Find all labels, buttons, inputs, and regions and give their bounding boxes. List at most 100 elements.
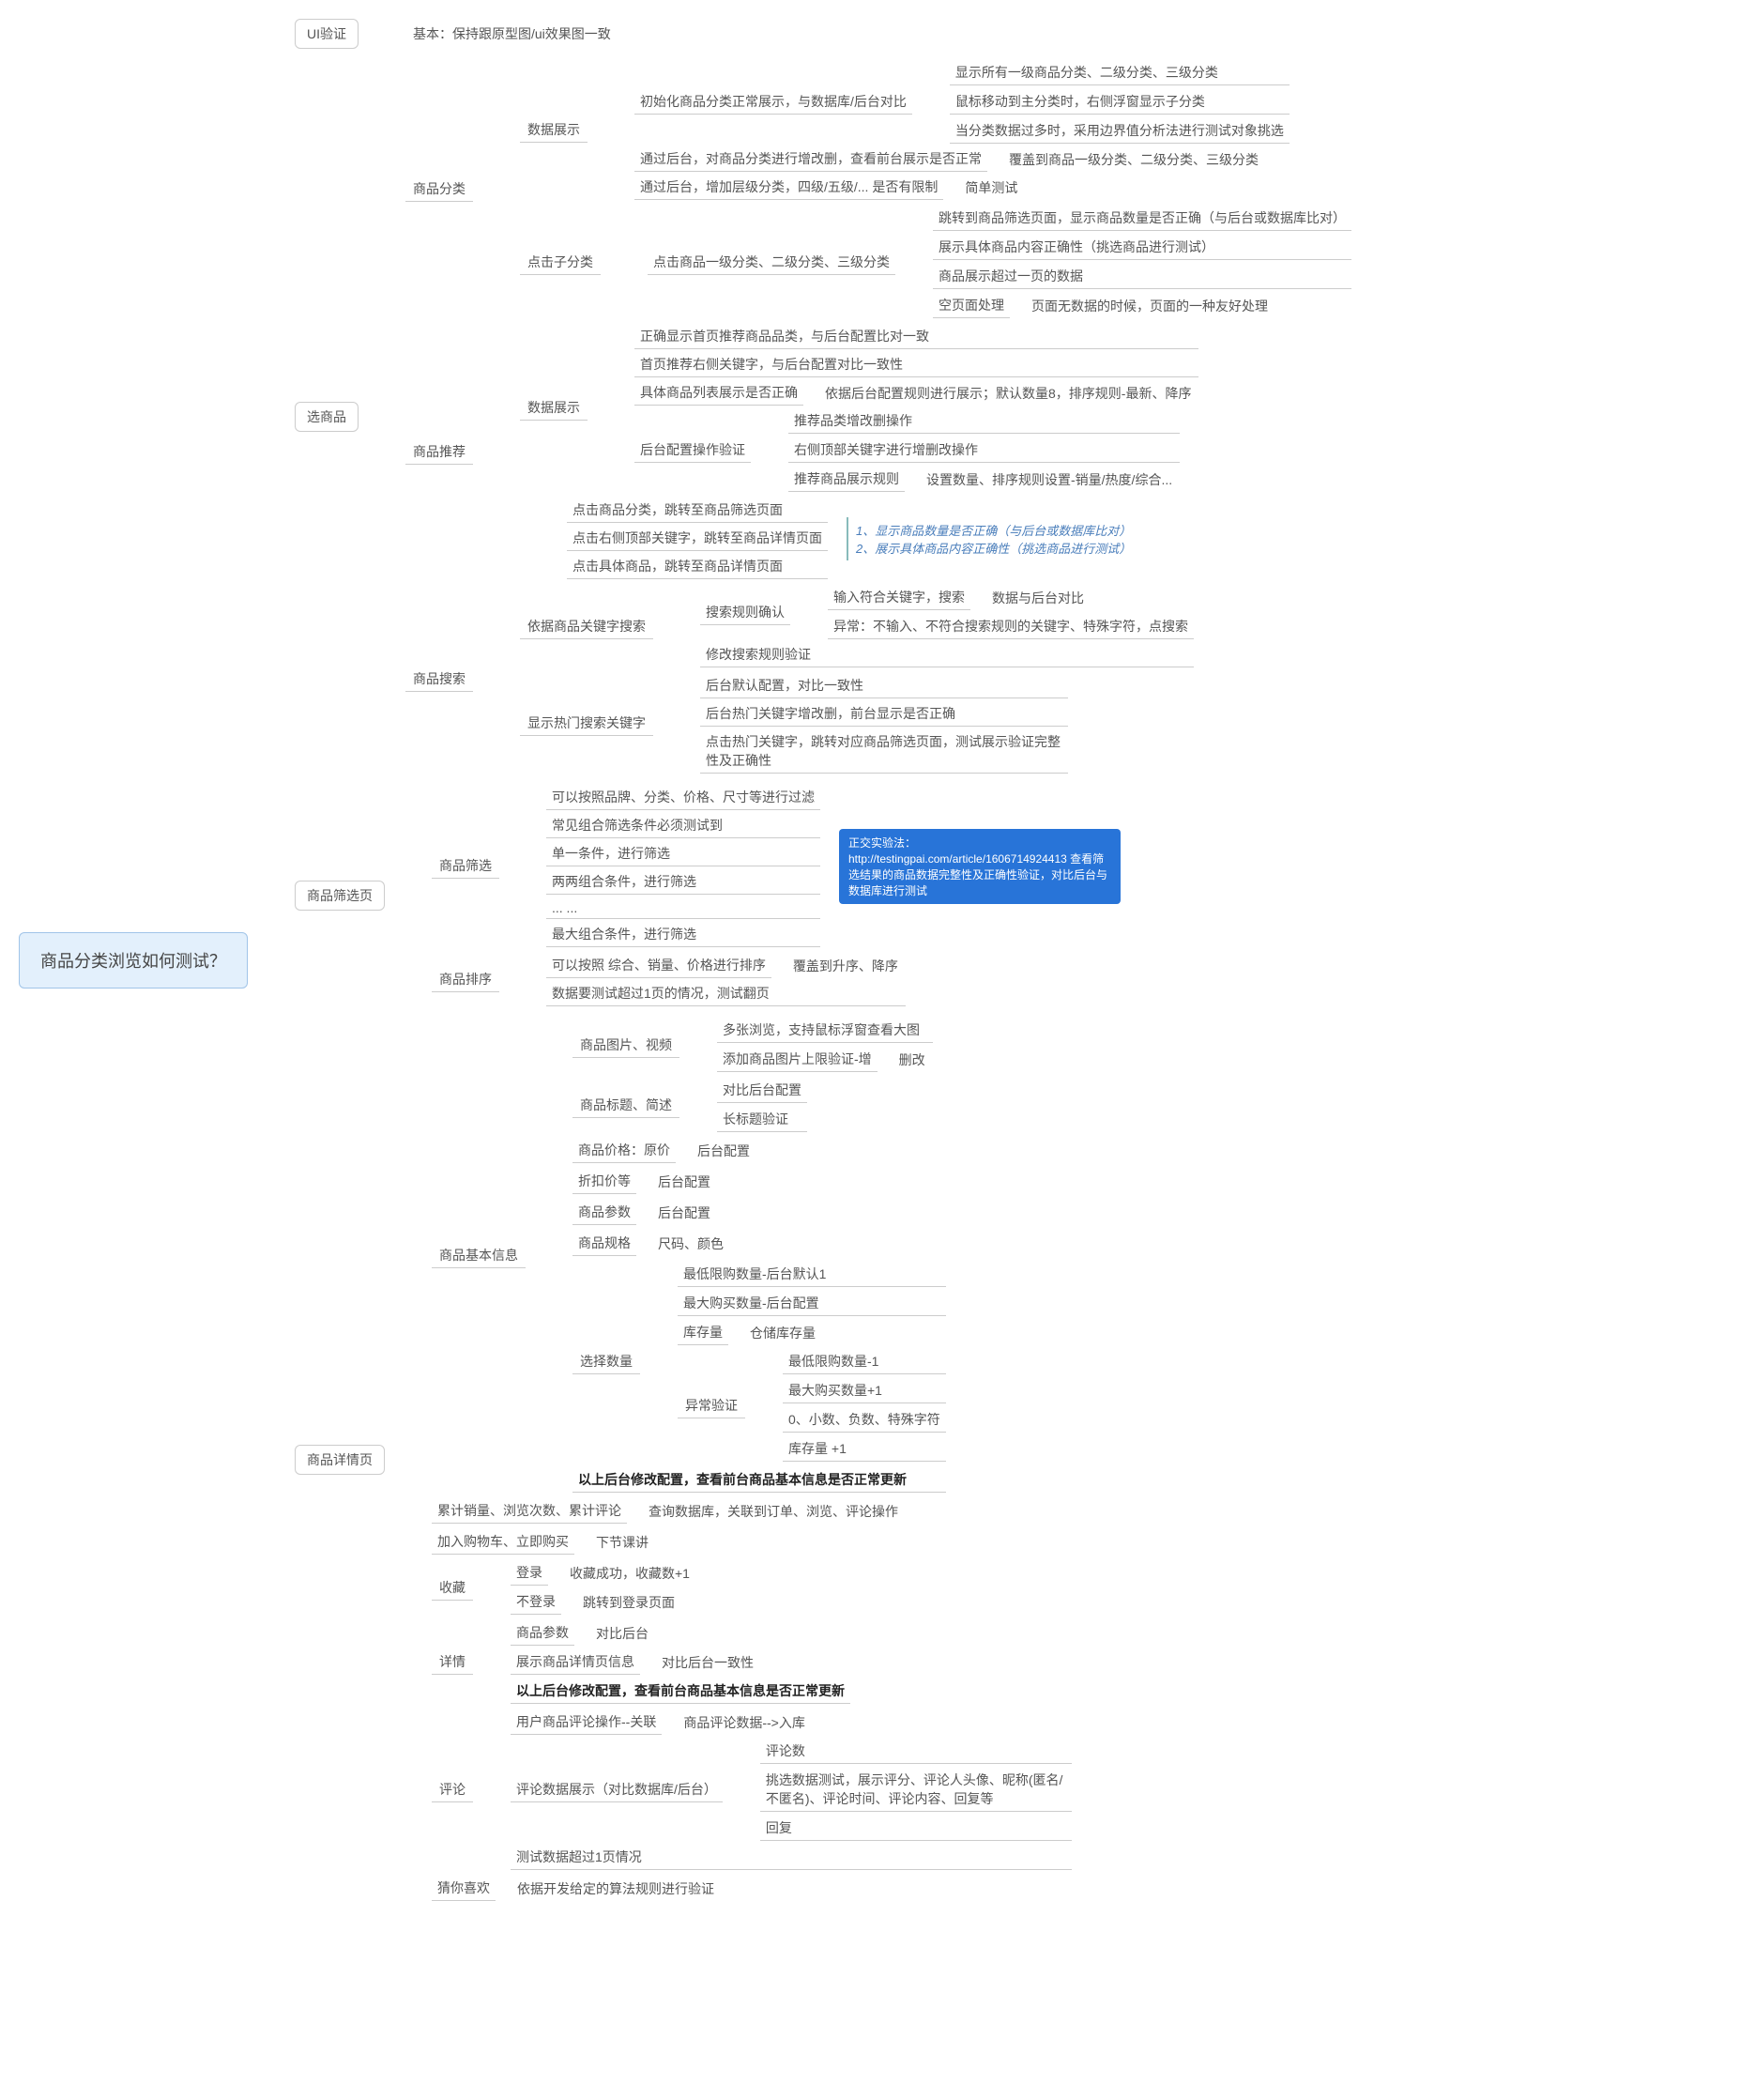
leaf: 长标题验证 bbox=[717, 1107, 807, 1132]
leaf: 库存量 +1 bbox=[783, 1436, 946, 1462]
leaf: 空页面处理 bbox=[933, 293, 1010, 318]
leaf: 商品价格：原价 bbox=[572, 1138, 676, 1163]
leaf: 不登录 bbox=[511, 1589, 561, 1615]
leaf: 折扣价等 bbox=[572, 1169, 636, 1194]
note: 查询数据库，关联到订单、浏览、评论操作 bbox=[641, 1499, 906, 1524]
note: 覆盖到升序、降序 bbox=[786, 954, 906, 978]
leaf-emphasis: 以上后台修改配置，查看前台商品基本信息是否正常更新 bbox=[572, 1467, 946, 1493]
leaf: 最低限购数量-1 bbox=[783, 1349, 946, 1374]
node[interactable]: 点击子分类 bbox=[520, 250, 601, 275]
leaf: 显示所有一级商品分类、二级分类、三级分类 bbox=[950, 60, 1290, 85]
leaf: 评论数 bbox=[760, 1739, 1072, 1764]
leaf: 多张浏览，支持鼠标浮窗查看大图 bbox=[717, 1018, 933, 1043]
branch-select-product[interactable]: 选商品 商品分类 数据展示 初始化商品分类正常展示，与数据库/后台对比 显示所有… bbox=[295, 60, 1351, 774]
node[interactable]: 商品排序 bbox=[432, 967, 499, 992]
leaf: 鼠标移动到主分类时，右侧浮窗显示子分类 bbox=[950, 89, 1290, 115]
leaf: 后台热门关键字增改删，前台显示是否正确 bbox=[700, 701, 1068, 727]
node: 选商品 bbox=[295, 402, 359, 432]
leaf: 具体商品列表展示是否正确 bbox=[634, 380, 803, 406]
leaf: 挑选数据测试，展示评分、评论人头像、昵称(匿名/不匿名)、评论时间、评论内容、回… bbox=[760, 1768, 1072, 1812]
node-recommend[interactable]: 商品推荐 bbox=[405, 439, 473, 465]
leaf: 基本：保持跟原型图/ui效果图一致 bbox=[405, 22, 618, 46]
leaf: 评论数据展示（对比数据库/后台） bbox=[511, 1777, 723, 1802]
note: 对比后台一致性 bbox=[654, 1650, 761, 1675]
node: 选择数量 bbox=[572, 1349, 640, 1374]
node[interactable]: 依据商品关键字搜索 bbox=[520, 614, 653, 639]
leaf: 加入购物车、立即购买 bbox=[432, 1529, 574, 1555]
leaf: 展示具体商品内容正确性（挑选商品进行测试） bbox=[933, 235, 1351, 260]
leaf: 商品参数 bbox=[511, 1620, 574, 1646]
leaf: 猜你喜欢 bbox=[432, 1876, 496, 1901]
note: 删改 bbox=[892, 1048, 933, 1072]
leaf: 点击商品一级分类、二级分类、三级分类 bbox=[648, 250, 895, 275]
note: 覆盖到商品一级分类、二级分类、三级分类 bbox=[1001, 147, 1266, 172]
leaf: 点击热门关键字，跳转对应商品筛选页面，测试展示验证完整性及正确性 bbox=[700, 729, 1068, 774]
leaf: 输入符合关键字，搜索 bbox=[828, 585, 970, 610]
leaf: 跳转到商品筛选页面，显示商品数量是否正确（与后台或数据库比对） bbox=[933, 206, 1351, 231]
mindmap-root: 商品分类浏览如何测试？ UI验证 基本：保持跟原型图/ui效果图一致 选商品 商… bbox=[19, 19, 1721, 1901]
leaf: 通过后台，对商品分类进行增改删，查看前台展示是否正常 bbox=[634, 146, 987, 172]
leaf: 最低限购数量-后台默认1 bbox=[678, 1262, 946, 1287]
leaf: 当分类数据过多时，采用边界值分析法进行测试对象挑选 bbox=[950, 118, 1290, 144]
note: 仓储库存量 bbox=[742, 1321, 823, 1345]
leaf: 异常：不输入、不符合搜索规则的关键字、特殊字符，点搜索 bbox=[828, 614, 1194, 639]
note: 后台配置 bbox=[690, 1139, 757, 1163]
note: 跳转到登录页面 bbox=[575, 1590, 682, 1615]
leaf: 点击右侧顶部关键字，跳转至商品详情页面 bbox=[567, 526, 828, 551]
leaf-emphasis: 以上后台修改配置，查看前台商品基本信息是否正常更新 bbox=[511, 1678, 850, 1704]
leaf: 后台默认配置，对比一致性 bbox=[700, 673, 1068, 698]
note: 数据与后台对比 bbox=[984, 586, 1091, 610]
note: 设置数量、排序规则设置-销量/热度/综合... bbox=[919, 468, 1180, 492]
leaf: 测试数据超过1页情况 bbox=[511, 1845, 1072, 1870]
leaf: 商品参数 bbox=[572, 1200, 636, 1225]
node-search[interactable]: 商品搜索 bbox=[405, 667, 473, 692]
leaf: 对比后台配置 bbox=[717, 1078, 807, 1103]
leaf: 正确显示首页推荐商品品类，与后台配置比对一致 bbox=[634, 324, 1198, 349]
node[interactable]: 评论 bbox=[432, 1777, 473, 1802]
node[interactable]: 商品筛选 bbox=[432, 853, 499, 879]
leaf: 0、小数、负数、特殊字符 bbox=[783, 1407, 946, 1433]
leaf: 点击具体商品，跳转至商品详情页面 bbox=[567, 554, 828, 579]
node[interactable]: 显示热门搜索关键字 bbox=[520, 711, 653, 736]
branch-detail-page[interactable]: 商品详情页 商品基本信息 商品图片、视频 多张浏览，支持鼠标浮窗查看大图 添加商… bbox=[295, 1018, 1351, 1901]
note: 简单测试 bbox=[957, 176, 1025, 200]
leaf: 最大购买数量-后台配置 bbox=[678, 1291, 946, 1316]
leaf: 右侧顶部关键字进行增删改操作 bbox=[788, 437, 1180, 463]
leaf: 通过后台，增加层级分类，四级/五级/... 是否有限制 bbox=[634, 175, 943, 200]
node: 商品图片、视频 bbox=[572, 1033, 679, 1058]
leaf: 首页推荐右侧关键字，与后台配置对比一致性 bbox=[634, 352, 1198, 377]
leaf: 搜索规则确认 bbox=[700, 600, 790, 625]
node: 商品详情页 bbox=[295, 1445, 385, 1475]
note: 下节课讲 bbox=[588, 1530, 656, 1555]
leaf: 推荐品类增改删操作 bbox=[788, 408, 1180, 434]
branch-filter-page[interactable]: 商品筛选页 商品筛选 可以按照品牌、分类、价格、尺寸等进行过滤 常见组合筛选条件… bbox=[295, 785, 1351, 1006]
note: 依据后台配置规则进行展示；默认数量8，排序规则-最新、降序 bbox=[817, 381, 1198, 406]
annotation: 1、显示商品数量是否正确（与后台或数据库比对） 2、展示具体商品内容正确性（挑选… bbox=[847, 517, 1145, 560]
leaf: 商品展示超过一页的数据 bbox=[933, 264, 1351, 289]
leaf: 可以按照品牌、分类、价格、尺寸等进行过滤 bbox=[546, 785, 820, 810]
note: 后台配置 bbox=[650, 1201, 718, 1225]
leaf: 商品规格 bbox=[572, 1231, 636, 1256]
node[interactable]: 数据展示 bbox=[520, 117, 588, 143]
note: 依据开发给定的算法规则进行验证 bbox=[510, 1877, 722, 1901]
leaf: 展示商品详情页信息 bbox=[511, 1649, 640, 1675]
node-category[interactable]: 商品分类 bbox=[405, 176, 473, 202]
leaf: 单一条件，进行筛选 bbox=[546, 841, 820, 866]
node[interactable]: 收藏 bbox=[432, 1575, 473, 1601]
leaf: 最大购买数量+1 bbox=[783, 1378, 946, 1403]
root-node[interactable]: 商品分类浏览如何测试？ bbox=[19, 932, 248, 989]
note: 后台配置 bbox=[650, 1170, 718, 1194]
leaf: 回复 bbox=[760, 1816, 1072, 1841]
node[interactable]: 商品基本信息 bbox=[432, 1243, 526, 1268]
leaf: ... ... bbox=[546, 897, 820, 919]
node[interactable]: 数据展示 bbox=[520, 395, 588, 421]
leaf: 两两组合条件，进行筛选 bbox=[546, 869, 820, 895]
leaf: 后台配置操作验证 bbox=[634, 437, 751, 463]
node: 商品标题、简述 bbox=[572, 1093, 679, 1118]
node: 商品筛选页 bbox=[295, 881, 385, 911]
leaf: 可以按照 综合、销量、价格进行排序 bbox=[546, 953, 771, 978]
node[interactable]: 详情 bbox=[432, 1649, 473, 1675]
node-ui-verify: UI验证 bbox=[295, 19, 359, 49]
note: 尺码、颜色 bbox=[650, 1232, 731, 1256]
branch-ui-verify[interactable]: UI验证 基本：保持跟原型图/ui效果图一致 bbox=[295, 19, 1351, 49]
